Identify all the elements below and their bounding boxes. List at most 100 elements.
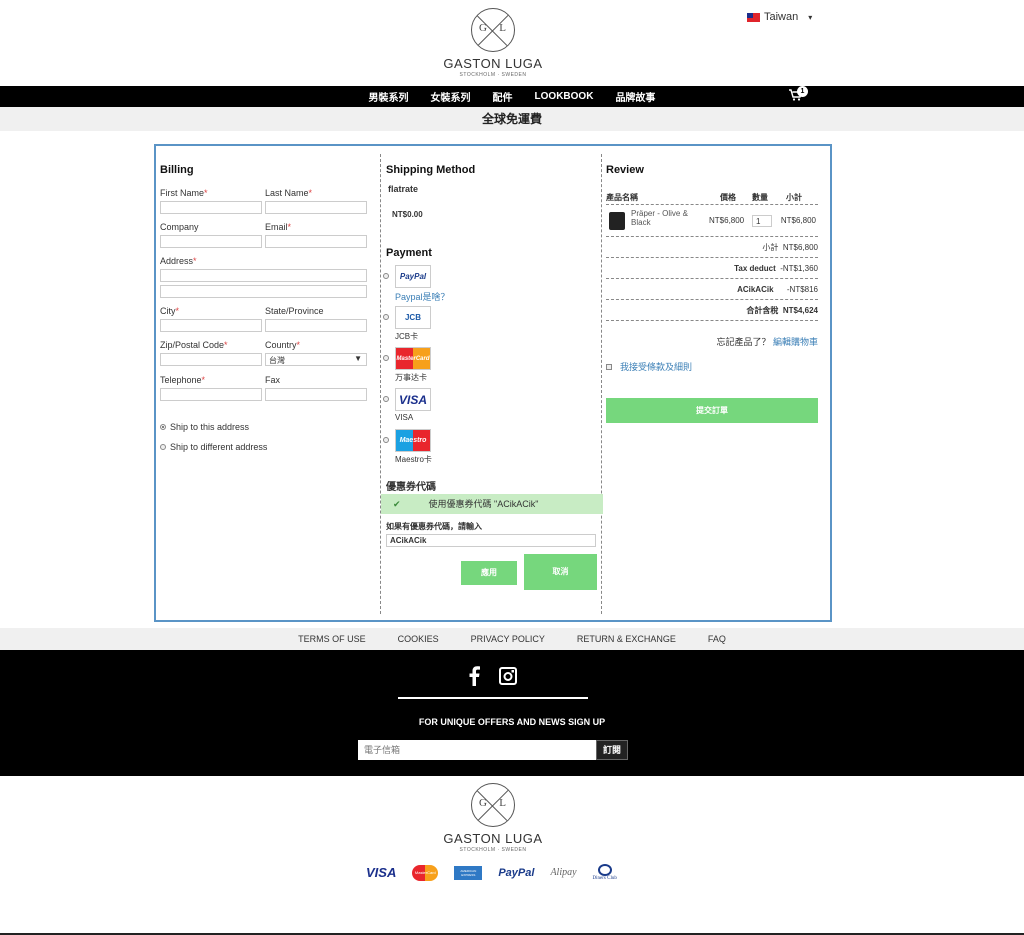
email-label: Email xyxy=(265,222,288,232)
footer-links: TERMS OF USE COOKIES PRIVACY POLICY RETU… xyxy=(0,628,1024,650)
review-section: Review 產品名稱 價格 數量 小計 Präper - Olive & Bl… xyxy=(606,154,822,614)
telephone-field[interactable] xyxy=(160,388,262,401)
header: G L GASTON LUGA STOCKHOLM · SWEDEN Taiwa… xyxy=(0,0,1024,86)
product-price: NT$6,800 xyxy=(709,216,745,225)
payment-title: Payment xyxy=(386,247,432,259)
mastercard-caption: 万事达卡 xyxy=(395,373,427,382)
radio-icon xyxy=(383,273,389,279)
ship-same-label: Ship to this address xyxy=(170,422,250,432)
subtotal-value: NT$6,800 xyxy=(782,243,818,252)
logo-initial-right: L xyxy=(499,22,506,34)
footer-link-terms[interactable]: TERMS OF USE xyxy=(298,634,366,644)
ship-to-this-address-radio[interactable]: Ship to this address xyxy=(160,422,249,432)
maestro-caption: Maestro卡 xyxy=(395,455,432,464)
mastercard-logo-icon: MasterCard xyxy=(412,864,439,881)
product-thumbnail[interactable] xyxy=(609,212,625,230)
nav-item-accessories[interactable]: 配件 xyxy=(493,89,513,104)
subscribe-button[interactable]: 訂閱 xyxy=(596,740,628,760)
brand-logo[interactable]: G L GASTON LUGA STOCKHOLM · SWEDEN xyxy=(443,8,543,78)
footer-link-cookies[interactable]: COOKIES xyxy=(398,634,439,644)
footer-brand-logo[interactable]: G L GASTON LUGA STOCKHOLM · SWEDEN xyxy=(443,783,543,853)
alipay-logo-icon: Alipay xyxy=(550,867,577,878)
radio-icon xyxy=(383,314,389,320)
paypal-logo-icon: PayPal xyxy=(498,866,535,879)
language-label: Taiwan xyxy=(764,11,799,23)
quantity-field[interactable] xyxy=(752,215,772,227)
zip-field[interactable] xyxy=(160,353,262,366)
telephone-label: Telephone xyxy=(160,375,202,385)
edit-cart-link[interactable]: 編輯購物車 xyxy=(773,337,818,347)
tax-label: Tax deduct xyxy=(734,264,776,273)
facebook-icon[interactable] xyxy=(468,666,480,686)
payment-logos: VISA MasterCard AMERICAN EXPRESS PayPal … xyxy=(366,864,617,881)
language-selector[interactable]: Taiwan ▾ xyxy=(747,11,812,23)
ship-to-different-address-radio[interactable]: Ship to different address xyxy=(160,442,267,452)
city-field[interactable] xyxy=(160,319,262,332)
apply-coupon-button[interactable]: 應用 xyxy=(461,561,517,585)
radio-icon xyxy=(160,444,166,450)
first-name-field[interactable] xyxy=(160,201,262,214)
terms-link[interactable]: 我接受條款及細則 xyxy=(620,360,692,373)
submit-order-button[interactable]: 提交訂單 xyxy=(606,398,818,423)
instagram-icon[interactable] xyxy=(499,667,517,685)
state-field[interactable] xyxy=(265,319,367,332)
payment-option-visa[interactable]: VISA VISA xyxy=(383,388,431,422)
signup-title: FOR UNIQUE OFFERS AND NEWS SIGN UP xyxy=(418,717,606,727)
nav-item-women[interactable]: 女裝系列 xyxy=(431,89,471,104)
fax-field[interactable] xyxy=(265,388,367,401)
address-field-1[interactable] xyxy=(160,269,367,282)
col-qty: 數量 xyxy=(752,193,768,202)
paypal-info-link[interactable]: Paypal是啥？ xyxy=(395,290,450,303)
col-price: 價格 xyxy=(720,193,736,202)
country-select[interactable]: 台灣 ▼ xyxy=(265,353,367,366)
newsletter-footer: FOR UNIQUE OFFERS AND NEWS SIGN UP 訂閱 xyxy=(0,650,1024,776)
radio-icon xyxy=(383,355,389,361)
payment-option-mastercard[interactable]: MasterCard 万事达卡 xyxy=(383,347,431,383)
email-field[interactable] xyxy=(265,235,367,248)
tax-value: -NT$1,360 xyxy=(780,264,818,273)
newsletter-email-input[interactable] xyxy=(358,740,596,760)
chevron-down-icon: ▾ xyxy=(808,12,813,22)
terms-checkbox[interactable]: 我接受條款及細則 xyxy=(606,360,692,373)
footer-link-privacy[interactable]: PRIVACY POLICY xyxy=(471,634,545,644)
total-value: NT$4,624 xyxy=(782,306,818,315)
payment-option-maestro[interactable]: Maestro Maestro卡 xyxy=(383,429,432,465)
radio-icon xyxy=(383,396,389,402)
product-subtotal: NT$6,800 xyxy=(780,216,816,225)
checkbox-icon xyxy=(606,363,612,370)
col-subtotal: 小計 xyxy=(786,193,802,202)
shipping-method-price: NT$0.00 xyxy=(392,210,423,219)
cancel-coupon-button[interactable]: 取消 xyxy=(524,554,597,590)
maestro-logo-icon: Maestro xyxy=(395,429,431,452)
address-field-2[interactable] xyxy=(160,285,367,298)
review-title: Review xyxy=(606,164,644,176)
nav-item-story[interactable]: 品牌故事 xyxy=(615,89,655,104)
payment-option-paypal[interactable]: PayPal Paypal是啥？ xyxy=(383,265,450,303)
paypal-logo-icon: PayPal xyxy=(395,265,431,288)
logo-initial-left: G xyxy=(479,22,487,34)
fax-label: Fax xyxy=(265,375,281,385)
brand-subtitle: STOCKHOLM · SWEDEN xyxy=(459,72,527,78)
cart-button[interactable]: 1 xyxy=(789,86,808,104)
tax-row: Tax deduct -NT$1,360 xyxy=(606,258,818,279)
review-table-header: 產品名稱 價格 數量 小計 xyxy=(606,192,818,205)
promo-banner: 全球免運費 xyxy=(0,107,1024,131)
brand-name: GASTON LUGA xyxy=(443,831,543,846)
product-name[interactable]: Präper - Olive & Black xyxy=(631,209,705,227)
footer-link-faq[interactable]: FAQ xyxy=(708,634,726,644)
visa-caption: VISA xyxy=(395,413,414,422)
payment-option-jcb[interactable]: JCB JCB卡 xyxy=(383,306,431,342)
forgot-text: 忘記產品了？ xyxy=(716,337,771,347)
footer-link-returns[interactable]: RETURN & EXCHANGE xyxy=(577,634,676,644)
total-label: 合計含稅 xyxy=(746,306,779,315)
table-row: Präper - Olive & Black NT$6,800 NT$6,800 xyxy=(606,205,818,237)
ship-diff-label: Ship to different address xyxy=(170,442,268,452)
nav-item-lookbook[interactable]: LOOKBOOK xyxy=(535,91,594,102)
nav-item-men[interactable]: 男裝系列 xyxy=(369,89,409,104)
coupon-code-field[interactable] xyxy=(386,534,596,547)
billing-title: Billing xyxy=(160,164,194,176)
logo-initial-left: G xyxy=(479,797,487,809)
company-field[interactable] xyxy=(160,235,262,248)
dropdown-arrow-icon: ▼ xyxy=(354,354,362,363)
last-name-field[interactable] xyxy=(265,201,367,214)
